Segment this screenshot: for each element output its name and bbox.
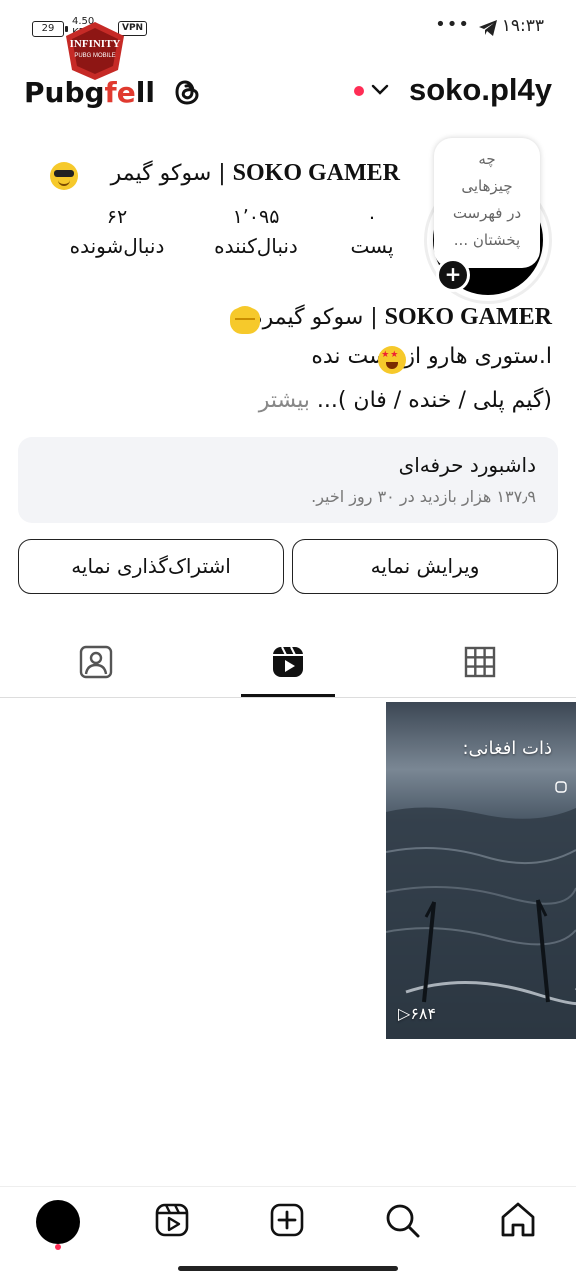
professional-dashboard[interactable]: داشبورد حرفه‌ای ۱۳۷٫۹ هزار بازدید در ۳۰ …	[18, 437, 558, 523]
display-name-rest: | سوکو گیمر	[110, 161, 233, 186]
stat-label: دنبال‌شونده	[69, 234, 165, 258]
badge-title: INFINITY	[70, 38, 121, 50]
telegram-icon	[479, 20, 497, 36]
fist-emoji-icon	[230, 308, 261, 334]
tab-grid[interactable]	[432, 640, 528, 690]
note-line: در فهرست	[452, 204, 522, 222]
watermark-brand: Pubg	[24, 76, 105, 109]
home-icon[interactable]	[499, 1200, 537, 1240]
reel-thumbnail[interactable]: ذات افغانی: ▷۶۸۴	[386, 702, 576, 1039]
note-line: چه	[478, 150, 496, 168]
grid-icon	[464, 646, 496, 678]
home-indicator-bar	[178, 1266, 398, 1271]
note-bubble[interactable]: چه چیزهایی در فهرست پخشتان ...	[434, 138, 540, 268]
display-name-bold: SOKO GAMER	[232, 160, 400, 186]
bio-line-1: SOKO GAMER | سوکو گیمرم	[249, 304, 552, 331]
profile-nav-avatar[interactable]	[36, 1200, 80, 1244]
username[interactable]: soko.pl4y	[409, 72, 552, 108]
edit-profile-button[interactable]: ویرایش نمایه	[292, 539, 558, 594]
bio-bold: SOKO GAMER	[384, 304, 552, 330]
bio-line-3: (گیم پلی / خنده / فان )... بیشتر	[259, 388, 552, 413]
infinity-badge-logo: INFINITY PUBG MOBILE	[66, 22, 124, 80]
tab-divider	[0, 697, 576, 698]
reels-nav-icon[interactable]	[154, 1200, 192, 1240]
sunglasses-emoji-icon	[50, 162, 78, 190]
display-name: SOKO GAMER | سوکو گیمر	[111, 160, 400, 187]
profile-notification-dot	[55, 1244, 61, 1250]
tagged-icon	[79, 645, 113, 679]
stat-value: ۰	[366, 206, 378, 228]
note-line: چیزهایی	[461, 177, 513, 195]
search-icon[interactable]	[384, 1200, 422, 1240]
clock: ۱۹:۳۳	[501, 16, 544, 36]
create-icon[interactable]	[269, 1200, 307, 1240]
add-story-button[interactable]: +	[436, 258, 470, 292]
threads-icon[interactable]	[172, 76, 202, 108]
more-link[interactable]: بیشتر	[259, 388, 317, 413]
star-struck-emoji-icon	[378, 346, 407, 374]
bio-line-2: ا.ستوری هارو از دست نده	[311, 344, 552, 369]
reel-view-count: ▷۶۸۴	[398, 1004, 436, 1023]
note-line: پخشتان ...	[453, 231, 521, 249]
share-profile-button[interactable]: اشتراک‌گذاری نمایه	[18, 539, 284, 594]
tab-reels[interactable]	[240, 640, 336, 690]
reels-icon	[273, 646, 303, 677]
pubgfell-watermark: Pubgfell	[24, 76, 155, 109]
battery-indicator: 29	[32, 21, 68, 37]
stat-value: ۱٬۰۹۵	[232, 206, 280, 228]
dashboard-title: داشبورد حرفه‌ای	[398, 453, 536, 477]
stat-followers[interactable]: ۱٬۰۹۵ دنبال‌کننده	[196, 206, 316, 258]
bio-text: (گیم پلی / خنده / فان )...	[316, 388, 552, 413]
badge-subtitle: PUBG MOBILE	[74, 53, 115, 59]
notification-dot	[354, 86, 364, 96]
dashboard-subtitle: ۱۳۷٫۹ هزار بازدید در ۳۰ روز اخیر.	[311, 487, 536, 506]
chevron-down-icon[interactable]	[371, 84, 389, 96]
stat-posts[interactable]: ۰ پست	[340, 206, 404, 258]
watermark-brand-red: fe	[104, 76, 136, 109]
play-count-icon: ▷	[398, 1004, 411, 1023]
stat-label: دنبال‌کننده	[214, 234, 298, 258]
stat-value: ۶۲	[106, 206, 128, 228]
tab-tagged[interactable]	[48, 640, 144, 690]
bio-rest: | سوکو گیمرم	[249, 305, 385, 330]
more-notifications-icon: •••	[435, 14, 470, 35]
stat-following[interactable]: ۶۲ دنبال‌شونده	[52, 206, 182, 258]
reel-caption: ذات افغانی:	[462, 738, 552, 759]
reel-views: ۶۸۴	[410, 1004, 437, 1023]
watermark-brand-end: ll	[135, 76, 155, 109]
stat-label: پست	[350, 234, 394, 258]
